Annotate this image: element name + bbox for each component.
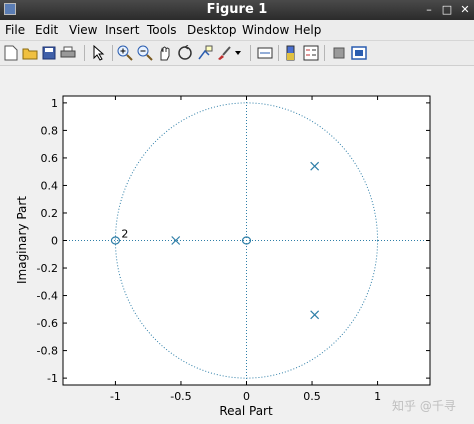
maximize-button[interactable]: □ xyxy=(440,3,454,17)
link-plot-icon[interactable] xyxy=(256,44,274,62)
brush-icon[interactable] xyxy=(215,44,233,62)
y-axis-label: Imaginary Part xyxy=(15,196,29,284)
edit-plot-icon[interactable] xyxy=(90,44,108,62)
toolbar-separator xyxy=(278,45,279,61)
menu-help[interactable]: Help xyxy=(294,23,321,37)
y-tick-label: -0.4 xyxy=(37,290,58,303)
print-icon[interactable] xyxy=(59,44,77,62)
toolbar-separator xyxy=(250,45,251,61)
toolbar-separator xyxy=(112,45,113,61)
menu-window[interactable]: Window xyxy=(242,23,289,37)
x-tick-label: 0 xyxy=(243,390,250,403)
y-tick-label: -0.8 xyxy=(37,345,58,358)
brush-dropdown-icon[interactable] xyxy=(233,44,243,62)
figure-canvas: -1 -0.5 0 0.5 1 -1 -0.8 -0.6 -0.4 -0.2 0 0.2 0.4 0.6 0… xyxy=(0,66,474,424)
x-tick-label: -1 xyxy=(110,390,121,403)
zoom-out-icon[interactable] xyxy=(136,44,154,62)
close-button[interactable]: ✕ xyxy=(458,3,472,17)
menu-tools[interactable]: Tools xyxy=(147,23,177,37)
menu-desktop[interactable]: Desktop xyxy=(187,23,237,37)
x-tick-label: -0.5 xyxy=(170,390,191,403)
figure-toolbar xyxy=(0,41,474,66)
y-tick-label: 0.2 xyxy=(41,207,59,220)
x-tick-label: 1 xyxy=(374,390,381,403)
y-tick-label: 0.6 xyxy=(41,152,59,165)
title-bar: Figure 1 – □ ✕ xyxy=(0,0,474,20)
y-tick-label: 0.4 xyxy=(41,179,59,192)
legend-icon[interactable] xyxy=(302,44,320,62)
data-cursor-icon[interactable] xyxy=(196,44,214,62)
y-tick-label: -0.2 xyxy=(37,262,58,275)
y-tick-label: 0.8 xyxy=(41,124,59,137)
menu-view[interactable]: View xyxy=(69,23,97,37)
menu-insert[interactable]: Insert xyxy=(105,23,139,37)
save-icon[interactable] xyxy=(40,44,58,62)
multiplicity-label: 2 xyxy=(121,228,128,241)
zoom-in-icon[interactable] xyxy=(116,44,134,62)
menu-edit[interactable]: Edit xyxy=(35,23,58,37)
open-file-icon[interactable] xyxy=(21,44,39,62)
y-tick-label: -0.6 xyxy=(37,317,58,330)
pan-icon[interactable] xyxy=(156,44,174,62)
x-tick-label: 0.5 xyxy=(303,390,321,403)
hide-plot-tools-icon[interactable] xyxy=(330,44,348,62)
y-tick-label: -1 xyxy=(47,372,58,385)
toolbar-separator xyxy=(84,45,85,61)
menu-file[interactable]: File xyxy=(5,23,25,37)
toolbar-separator xyxy=(324,45,325,61)
window-title: Figure 1 xyxy=(206,2,268,17)
show-plot-tools-icon[interactable] xyxy=(350,44,368,62)
pole-zero-plot[interactable]: -1 -0.5 0 0.5 1 -1 -0.8 -0.6 -0.4 -0.2 0 0.2 0.4 0.6 0… xyxy=(0,66,474,424)
watermark-text: 知乎 @千寻 xyxy=(392,399,456,413)
menu-bar: File Edit View Insert Tools Desktop Wind… xyxy=(0,20,474,41)
x-axis-label: Real Part xyxy=(219,404,273,418)
minimize-button[interactable]: – xyxy=(422,3,436,17)
rotate-3d-icon[interactable] xyxy=(176,44,194,62)
y-tick-label: 0 xyxy=(51,235,58,248)
new-figure-icon[interactable] xyxy=(2,44,20,62)
colorbar-icon[interactable] xyxy=(282,44,300,62)
y-tick-label: 1 xyxy=(51,97,58,110)
